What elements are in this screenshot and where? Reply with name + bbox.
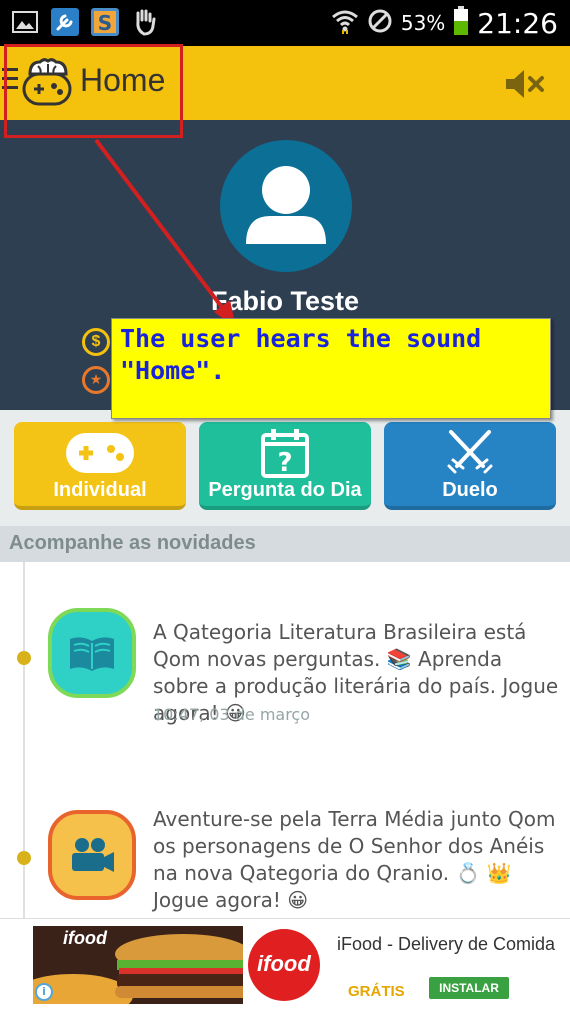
gamepad-icon xyxy=(14,430,186,476)
image-icon xyxy=(10,6,40,38)
pergunta-do-dia-label: Pergunta do Dia xyxy=(208,479,362,501)
svg-text:?: ? xyxy=(277,448,292,478)
timeline-dot xyxy=(17,651,31,665)
annotation-text: The user hears the sound "Home". xyxy=(120,324,482,385)
movie-camera-icon xyxy=(48,810,136,900)
ad-price: GRÁTIS xyxy=(348,983,405,1000)
individual-button[interactable]: Individual xyxy=(14,422,186,510)
crossed-swords-icon xyxy=(384,430,556,476)
wifi-icon xyxy=(331,8,359,38)
annotation-callout: The user hears the sound "Home". xyxy=(111,318,551,419)
hand-icon xyxy=(130,6,160,38)
wrench-icon xyxy=(50,6,80,38)
news-feed[interactable]: A Qategoria Literatura Brasileira está Q… xyxy=(0,562,570,918)
section-header: Acompanhe as novidades xyxy=(0,526,570,562)
open-book-icon xyxy=(48,608,136,698)
ad-title: iFood - Delivery de Comida xyxy=(336,934,556,954)
ifood-logo-text: ifood xyxy=(63,928,107,948)
feed-item-time: 10:47, 03 de março xyxy=(153,705,311,724)
star-icon: ★ xyxy=(82,366,110,394)
ad-image[interactable]: ifood ifood xyxy=(33,926,325,1004)
action-bar: Individual ? Pergunta do Dia Duelo xyxy=(0,410,570,526)
individual-label: Individual xyxy=(53,479,147,501)
ad-info-icon[interactable]: i xyxy=(35,983,53,1001)
battery-icon xyxy=(453,6,469,40)
s-app-icon: S xyxy=(90,6,120,38)
mute-icon[interactable] xyxy=(504,68,546,100)
section-title: Acompanhe as novidades xyxy=(9,532,256,554)
status-bar: S 53% 21:26 xyxy=(0,0,570,46)
ad-install-button[interactable]: INSTALAR xyxy=(429,977,509,999)
clock: 21:26 xyxy=(477,6,558,40)
focus-highlight xyxy=(4,44,183,138)
screen: S 53% 21:26 Home Fabio Teste $ ★ Individ… xyxy=(0,0,570,1011)
feed-item-text: Aventure-se pela Terra Média junto Qom o… xyxy=(153,807,556,912)
ad-banner[interactable]: ifood ifood i iFood - Delivery de Comida… xyxy=(0,918,570,1011)
avatar-icon[interactable] xyxy=(220,140,352,272)
no-sim-icon xyxy=(367,8,393,38)
pergunta-do-dia-button[interactable]: ? Pergunta do Dia xyxy=(199,422,371,510)
timeline-dot xyxy=(17,851,31,865)
user-name: Fabio Teste xyxy=(210,286,360,316)
battery-percent: 53% xyxy=(400,11,446,35)
duelo-label: Duelo xyxy=(442,479,498,501)
svg-text:S: S xyxy=(98,11,112,35)
coin-icon: $ xyxy=(82,328,110,356)
ifood-badge-text: ifood xyxy=(257,951,311,976)
duelo-button[interactable]: Duelo xyxy=(384,422,556,510)
calendar-question-icon: ? xyxy=(199,429,371,478)
